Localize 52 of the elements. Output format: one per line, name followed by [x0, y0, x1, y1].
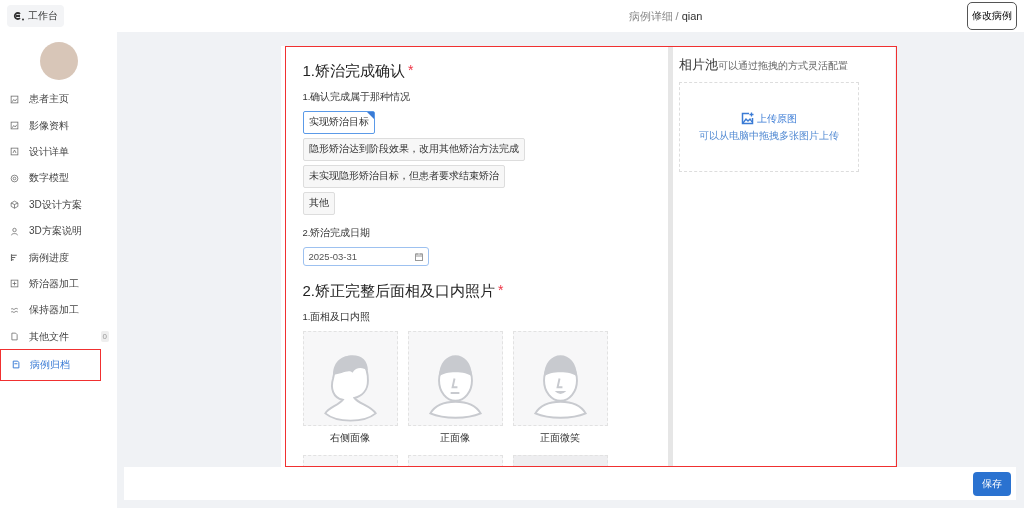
upload-hint: 可以从电脑中拖拽多张图片上传	[698, 129, 839, 143]
breadcrumb: 病例详细 / qian	[628, 8, 703, 24]
document-icon	[10, 147, 19, 157]
required-mark: *	[408, 62, 414, 78]
photo-caption: 右侧面像	[330, 432, 370, 445]
image-upload-icon	[740, 112, 754, 125]
sidebar-item[interactable]: 数字模型	[0, 165, 117, 192]
logo-icon	[13, 11, 24, 21]
logo[interactable]: 工作台	[7, 5, 64, 27]
sidebar-item[interactable]: 3D设计方案	[0, 191, 117, 218]
upload-label: 上传原图	[756, 111, 797, 126]
choice-option[interactable]: 其他	[302, 192, 335, 215]
field-label: 1.面相及口内照	[302, 311, 372, 324]
sidebar-item[interactable]: 保持器加工	[0, 297, 117, 324]
pool-title: 相片池	[678, 56, 718, 74]
field-label: 1.确认完成属于那种情况	[302, 91, 412, 104]
section-title: 2.矫正完整后面相及口内照片 *	[302, 282, 505, 301]
sidebar-item[interactable]: 影像资料	[0, 112, 117, 139]
list-icon	[10, 253, 19, 263]
edit-case-button[interactable]: 修改病例	[967, 2, 1017, 30]
sidebar-item[interactable]: 病例归档	[1, 349, 100, 380]
date-field[interactable]: 2025-03-31	[302, 247, 429, 266]
target-icon	[10, 173, 19, 183]
sidebar-item[interactable]: 矫治器加工	[0, 270, 117, 298]
logo-text: 工作台	[28, 9, 58, 23]
person-icon	[10, 226, 19, 236]
sidebar-item[interactable]: 患者主页	[0, 86, 117, 113]
count-badge: 0	[100, 331, 109, 343]
picture-icon	[10, 121, 19, 131]
choice-option[interactable]: 实现矫治目标	[302, 111, 375, 134]
avatar	[39, 42, 78, 80]
calendar-icon	[414, 252, 423, 261]
save-button[interactable]: 保存	[973, 471, 1011, 496]
choice-option[interactable]: 未实现隐形矫治目标，但患者要求结束矫治	[302, 165, 505, 188]
wave-icon	[10, 305, 19, 315]
upload-area[interactable]: 上传原图 可以从电脑中拖拽多张图片上传	[678, 82, 859, 172]
required-mark: *	[498, 282, 504, 298]
sidebar-item[interactable]: 其他文件 0	[0, 323, 117, 350]
plus-icon	[10, 279, 19, 289]
choice-option[interactable]: 隐形矫治达到阶段效果，改用其他矫治方法完成	[302, 138, 525, 161]
archive-icon	[11, 360, 20, 370]
sidebar-item[interactable]: 设计详单	[0, 138, 117, 166]
section-title: 1.矫治完成确认 *	[302, 62, 415, 81]
photo-caption: 正面微笑	[540, 432, 580, 445]
cube-icon	[10, 200, 19, 210]
field-label: 2.矫治完成日期	[302, 227, 372, 240]
sidebar-item[interactable]: 3D方案说明	[0, 217, 117, 245]
pool-hint: 可以通过拖拽的方式灵活配置	[717, 60, 848, 73]
photo-caption: 正面像	[440, 432, 470, 445]
picture-icon	[10, 94, 19, 104]
file-icon	[10, 332, 19, 342]
sidebar-item[interactable]: 病例进度	[0, 244, 117, 271]
